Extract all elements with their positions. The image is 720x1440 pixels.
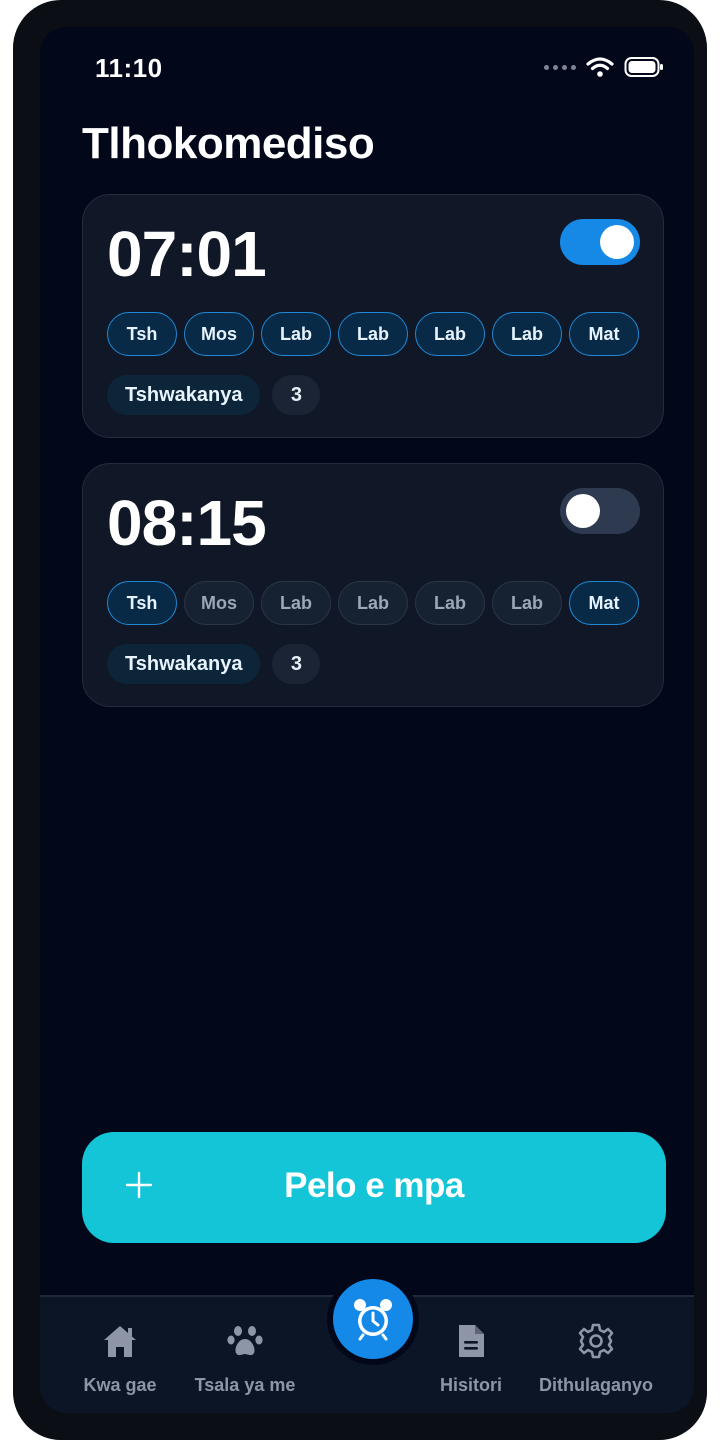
day-chip[interactable]: Lab <box>415 581 485 625</box>
day-chip[interactable]: Tsh <box>107 581 177 625</box>
day-chip[interactable]: Lab <box>338 312 408 356</box>
status-bar: 11:10 <box>40 27 694 107</box>
battery-icon <box>624 57 663 77</box>
tab-label: Tsala ya me <box>194 1375 296 1395</box>
tab-label: Dithulaganyo <box>538 1375 653 1395</box>
screen: 11:10 Tlhokomediso 07:01 Tsh Mos Lab Lab… <box>40 27 694 1413</box>
toggle-knob <box>600 225 634 259</box>
add-alarm-button[interactable]: Pelo e mpa <box>82 1132 666 1243</box>
status-icons <box>544 53 664 81</box>
day-chip[interactable]: Mat <box>569 312 639 356</box>
alarm-options: Tshwakanya 3 <box>107 644 321 684</box>
tab-pet[interactable]: Tsala ya me <box>170 1321 320 1396</box>
day-chip[interactable]: Lab <box>261 581 331 625</box>
alarm-clock-icon <box>354 1299 392 1341</box>
tab-settings[interactable]: Dithulaganyo <box>521 1321 671 1396</box>
alarm-time: 08:15 <box>107 487 267 559</box>
alarm-card[interactable]: 08:15 Tsh Mos Lab Lab Lab Lab Mat Tshwak… <box>82 463 664 707</box>
day-chip[interactable]: Lab <box>492 581 562 625</box>
day-chip[interactable]: Mat <box>569 581 639 625</box>
alarm-card[interactable]: 07:01 Tsh Mos Lab Lab Lab Lab Mat Tshwak… <box>82 194 664 438</box>
alarm-time: 07:01 <box>107 218 267 290</box>
signal-icon <box>544 64 576 70</box>
day-chip[interactable]: Mos <box>184 312 254 356</box>
sound-chip[interactable]: Tshwakanya <box>107 375 261 415</box>
tab-alarm[interactable] <box>333 1279 413 1359</box>
paw-icon <box>227 1326 263 1356</box>
weekday-chips: Tsh Mos Lab Lab Lab Lab Mat <box>107 581 639 625</box>
status-time: 11:10 <box>95 53 163 83</box>
alarm-toggle[interactable] <box>560 219 640 265</box>
wifi-icon <box>586 57 614 77</box>
repeat-count[interactable]: 3 <box>272 644 321 684</box>
device-frame: 11:10 Tlhokomediso 07:01 Tsh Mos Lab Lab… <box>13 0 707 1440</box>
day-chip[interactable]: Lab <box>338 581 408 625</box>
add-alarm-label: Pelo e mpa <box>284 1166 464 1205</box>
gear-icon <box>578 1323 614 1359</box>
alarm-toggle[interactable] <box>560 488 640 534</box>
alarm-options: Tshwakanya 3 <box>107 375 321 415</box>
document-icon <box>459 1325 484 1357</box>
home-icon <box>104 1326 136 1357</box>
weekday-chips: Tsh Mos Lab Lab Lab Lab Mat <box>107 312 639 356</box>
toggle-knob <box>566 494 600 528</box>
page-title: Tlhokomediso <box>82 119 375 168</box>
day-chip[interactable]: Mos <box>184 581 254 625</box>
day-chip[interactable]: Lab <box>492 312 562 356</box>
day-chip[interactable]: Tsh <box>107 312 177 356</box>
sound-chip[interactable]: Tshwakanya <box>107 644 261 684</box>
repeat-count[interactable]: 3 <box>272 375 321 415</box>
day-chip[interactable]: Lab <box>415 312 485 356</box>
day-chip[interactable]: Lab <box>261 312 331 356</box>
